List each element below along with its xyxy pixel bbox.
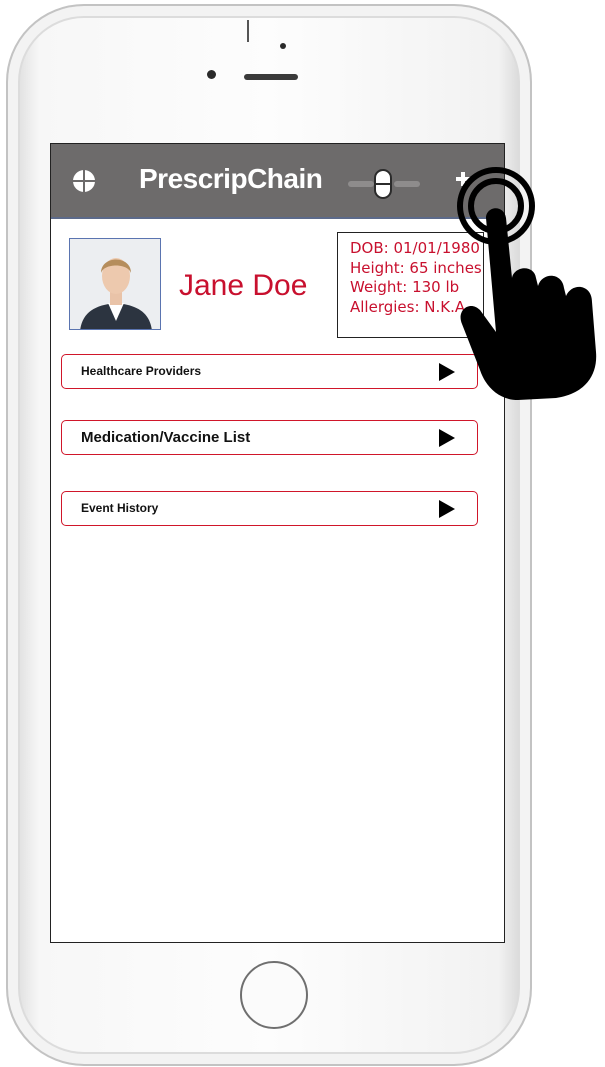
- menu-item-label: Healthcare Providers: [81, 364, 202, 378]
- front-camera: [207, 70, 216, 79]
- home-button[interactable]: [240, 961, 308, 1029]
- proximity-sensor: [280, 43, 286, 49]
- menu-item-label: Medication/Vaccine List: [81, 429, 251, 446]
- patient-name: Jane Doe: [179, 269, 308, 302]
- event-history-button[interactable]: Event History: [61, 491, 478, 526]
- profile-photo: [70, 239, 160, 329]
- earpiece-speaker: [244, 74, 298, 80]
- tap-gesture-hand-icon: [457, 167, 597, 400]
- crosshair-circle-icon[interactable]: [72, 169, 96, 193]
- frame-line: [247, 20, 249, 42]
- play-arrow-icon: [439, 363, 455, 381]
- app-screen: PrescripChain Jane Doe DOB: 01/01/1980 H…: [50, 143, 505, 943]
- play-arrow-icon: [439, 429, 455, 447]
- menu-item-label: Event History: [81, 501, 159, 515]
- avatar: [69, 238, 161, 330]
- app-header: PrescripChain: [51, 144, 504, 219]
- app-title: PrescripChain: [139, 163, 323, 194]
- healthcare-providers-button[interactable]: Healthcare Providers: [61, 354, 478, 389]
- play-arrow-icon: [439, 500, 455, 518]
- capsule-pill-icon: [348, 169, 420, 199]
- phone-frame: PrescripChain Jane Doe DOB: 01/01/1980 H…: [6, 4, 532, 1066]
- medication-vaccine-list-button[interactable]: Medication/Vaccine List: [61, 420, 478, 455]
